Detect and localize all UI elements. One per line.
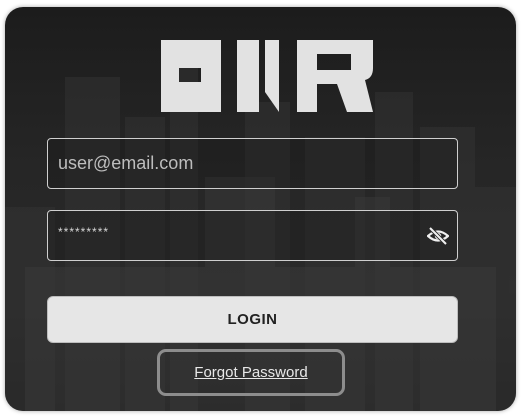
email-input[interactable] <box>48 139 457 188</box>
login-button[interactable]: LOGIN <box>47 296 458 343</box>
login-card: LOGIN Forgot Password <box>5 7 516 411</box>
email-field[interactable] <box>47 138 458 189</box>
password-input[interactable] <box>48 211 457 260</box>
password-field[interactable] <box>47 210 458 261</box>
eye-slash-icon[interactable] <box>427 226 449 246</box>
forgot-password-focus-ring: Forgot Password <box>157 349 345 396</box>
brand-logo <box>161 40 373 112</box>
forgot-password-link[interactable]: Forgot Password <box>194 364 307 381</box>
